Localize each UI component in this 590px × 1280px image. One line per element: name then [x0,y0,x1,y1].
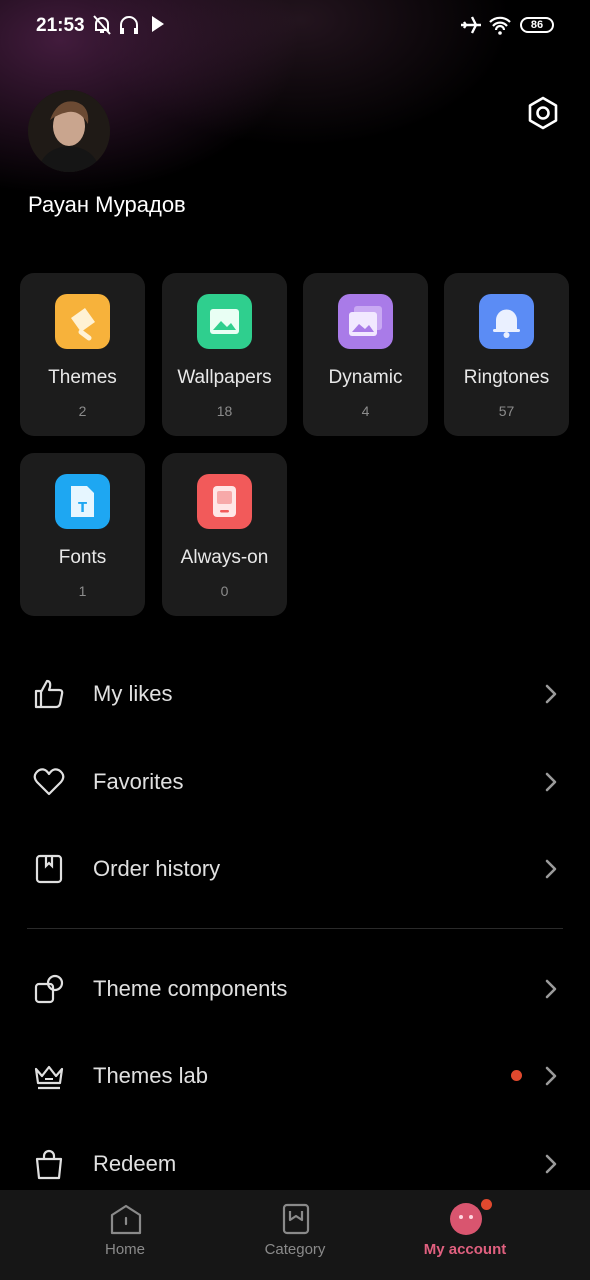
bell-icon [479,294,534,349]
account-notification-dot [481,1199,492,1210]
menu-label: My likes [93,681,173,706]
menu-item-order-history[interactable]: Order history [0,834,590,904]
menu-label: Theme components [93,976,288,1001]
thumbs-up-icon [32,677,66,711]
menu-item-my-likes[interactable]: My likes [0,659,590,729]
tile-count: 1 [78,583,87,599]
image-icon [197,294,252,349]
bookmark-note-icon [32,852,66,886]
shopping-bag-icon [32,1147,66,1181]
tile-label: Dynamic [328,367,403,388]
phone-screen-icon [197,474,252,529]
layered-image-icon [338,294,393,349]
menu-label: Order history [93,856,221,881]
chevron-right-icon [541,683,561,705]
avatar[interactable] [28,90,110,172]
tile-always-on[interactable]: Always-on 0 [162,453,287,616]
tile-count: 0 [220,583,229,599]
svg-text:T: T [78,501,87,516]
chevron-right-icon [541,771,561,793]
tile-wallpapers[interactable]: Wallpapers 18 [162,273,287,436]
tile-ringtones[interactable]: Ringtones 57 [444,273,569,436]
profile-name: Рауан Мурадов [28,192,186,217]
brush-icon [55,294,110,349]
play-icon [150,14,166,39]
status-bar: 21:53 86 [0,0,590,52]
menu-label: Themes lab [93,1063,208,1088]
menu-item-favorites[interactable]: Favorites [0,747,590,817]
menu-label: Favorites [93,769,184,794]
crown-icon [32,1059,66,1093]
tile-dynamic[interactable]: Dynamic 4 [303,273,428,436]
components-icon [32,972,66,1006]
chevron-right-icon [541,1153,561,1175]
mute-bell-icon [92,14,112,41]
settings-icon[interactable] [524,94,562,132]
menu-divider [27,928,563,929]
heart-icon [32,765,66,799]
tile-label: Themes [48,367,117,388]
menu-item-theme-components[interactable]: Theme components [0,954,590,1024]
notification-dot [511,1070,522,1081]
nav-label: My account [423,1241,507,1258]
tile-count: 57 [498,403,515,419]
nav-label: Category [264,1241,326,1258]
menu-item-redeem[interactable]: Redeem [0,1129,590,1199]
menu-label: Redeem [93,1151,177,1176]
wifi-icon [488,14,512,41]
headphones-icon [118,14,140,41]
tile-themes[interactable]: Themes 2 [20,273,145,436]
airplane-icon [460,14,482,41]
chevron-right-icon [541,858,561,880]
nav-label: Home [104,1241,145,1258]
home-icon [109,1202,143,1236]
category-icon [279,1202,313,1236]
tile-count: 18 [216,403,233,419]
bottom-navigation: Home Category My account [0,1190,590,1280]
tile-label: Ringtones [463,367,550,388]
menu-item-themes-lab[interactable]: Themes lab [0,1041,590,1111]
account-face-icon [449,1202,483,1236]
status-time: 21:53 [36,15,85,36]
tile-label: Fonts [58,547,107,568]
tile-count: 2 [78,403,87,419]
font-file-icon: T [55,474,110,529]
chevron-right-icon [541,1065,561,1087]
nav-category[interactable]: Category [197,1190,393,1280]
tile-count: 4 [361,403,370,419]
nav-home[interactable]: Home [27,1190,223,1280]
nav-my-account[interactable]: My account [367,1190,563,1280]
tile-label: Wallpapers [177,367,272,388]
chevron-right-icon [541,978,561,1000]
battery-indicator: 86 [520,17,554,33]
tile-fonts[interactable]: T Fonts 1 [20,453,145,616]
tile-label: Always-on [180,547,269,568]
